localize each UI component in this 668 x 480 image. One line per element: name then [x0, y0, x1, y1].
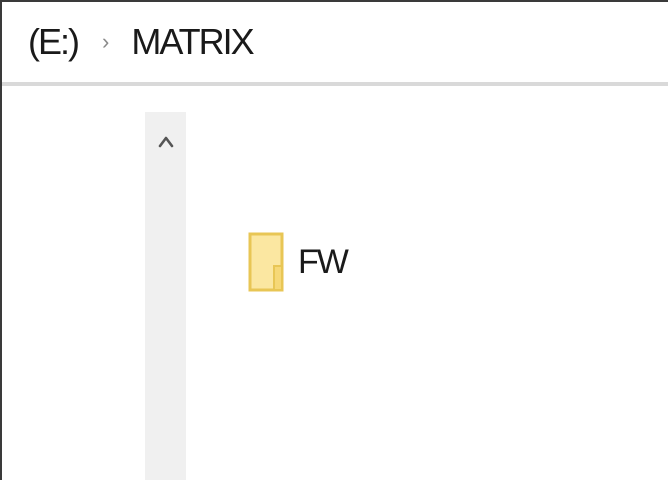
file-item-fw[interactable]: FW [248, 232, 349, 292]
vertical-scrollbar[interactable] [145, 112, 186, 480]
breadcrumb-drive[interactable]: (E:) [28, 24, 80, 60]
file-explorer-window: (E:) › MATRIX FW [0, 0, 668, 480]
scroll-up-button[interactable] [145, 134, 186, 156]
file-name: FW [298, 243, 349, 281]
breadcrumb-folder[interactable]: MATRIX [131, 24, 254, 60]
address-bar[interactable]: (E:) › MATRIX [2, 2, 668, 82]
chevron-up-icon [158, 136, 173, 148]
folder-icon [248, 232, 284, 292]
address-bar-divider [2, 82, 668, 86]
breadcrumb-separator-icon[interactable]: › [102, 31, 109, 53]
